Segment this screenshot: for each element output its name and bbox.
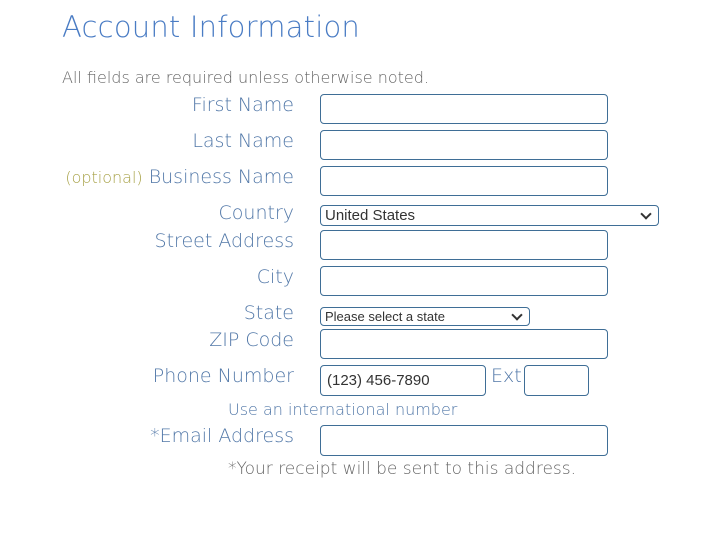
email-address-input[interactable] [320,425,608,456]
chevron-down-icon [511,308,523,321]
chevron-down-icon [640,207,652,220]
state-label: State [243,302,294,324]
city-input[interactable] [320,266,608,296]
required-fields-note: All fields are required unless otherwise… [62,68,429,87]
last-name-input[interactable] [320,130,608,160]
receipt-note: *Your receipt will be sent to this addre… [228,459,577,479]
state-select[interactable]: Please select a state [320,307,530,326]
email-address-label: *Email Address [150,425,294,447]
business-name-label-group: (optional) Business Name [65,166,294,188]
business-name-label: Business Name [148,166,294,188]
page-title: Account Information [62,10,360,44]
state-selected-value: Please select a state [325,309,445,324]
ext-input[interactable] [524,365,589,396]
phone-number-label: Phone Number [152,365,294,387]
ext-label: Ext [491,365,522,387]
street-address-label: Street Address [154,230,294,252]
street-address-input[interactable] [320,230,608,260]
country-label: Country [218,202,294,224]
phone-number-input[interactable] [320,365,486,396]
business-name-input[interactable] [320,166,608,196]
city-label: City [256,266,294,288]
first-name-input[interactable] [320,94,608,124]
zip-code-input[interactable] [320,329,608,359]
first-name-label: First Name [191,94,294,116]
zip-code-label: ZIP Code [209,329,294,351]
country-select[interactable]: United States [320,205,659,226]
international-number-link[interactable]: Use an international number [228,400,457,419]
country-selected-value: United States [325,207,416,224]
last-name-label: Last Name [192,130,294,152]
optional-tag: (optional) [65,168,143,187]
